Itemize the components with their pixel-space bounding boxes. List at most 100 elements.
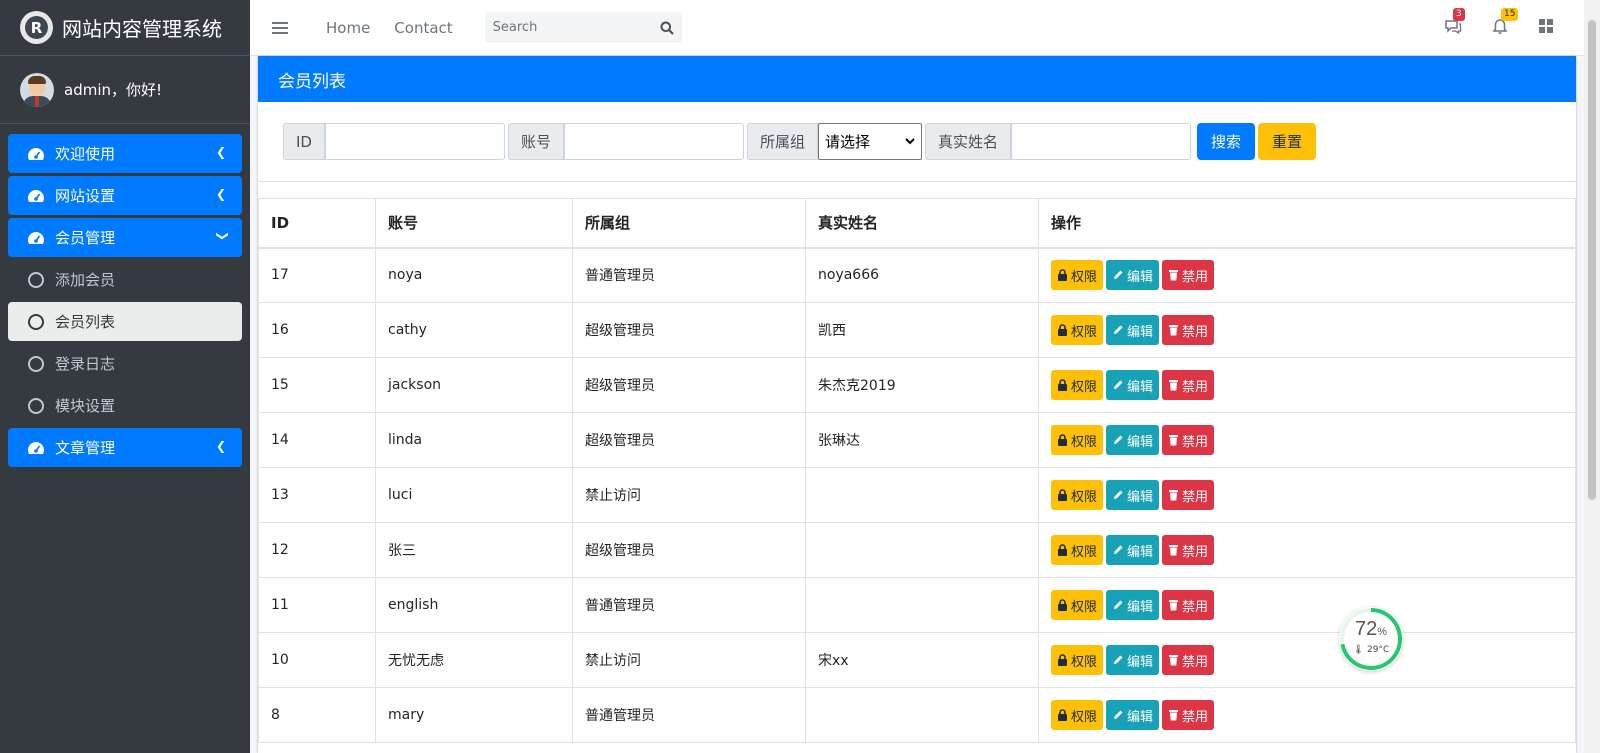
column-header-actions: 操作: [1038, 198, 1576, 249]
trash-icon: [1169, 490, 1179, 501]
ban-label: 禁用: [1182, 544, 1209, 560]
column-header-account[interactable]: 账号: [375, 198, 573, 249]
cell-actions: 权限 编辑 禁用: [1038, 247, 1576, 303]
cell-account: 无忧无虑: [375, 632, 573, 688]
search-input[interactable]: Search: [484, 12, 682, 43]
ban-button[interactable]: 禁用: [1162, 425, 1215, 455]
edit-label: 编辑: [1127, 489, 1154, 505]
edit-button[interactable]: 编辑: [1106, 370, 1160, 400]
cell-realname: [805, 687, 1039, 743]
permission-button[interactable]: 权限: [1051, 425, 1104, 455]
avatar[interactable]: [20, 72, 54, 107]
ban-button[interactable]: 禁用: [1162, 700, 1215, 730]
edit-button[interactable]: 编辑: [1106, 480, 1160, 510]
ban-button[interactable]: 禁用: [1162, 645, 1215, 675]
cell-realname: 张琳达: [805, 412, 1039, 468]
edit-button[interactable]: 编辑: [1106, 535, 1160, 565]
reset-button[interactable]: 重置: [1258, 123, 1317, 160]
sidebar-nav: 欢迎使用 ❮ 网站设置 ❮ 会员管理 ❮ 添加会员 会员列表 登录日志 模块设置: [0, 124, 250, 480]
sidebar-item-module-settings[interactable]: 模块设置: [8, 386, 242, 425]
cell-actions: 权限 编辑 禁用: [1038, 632, 1576, 688]
cell-actions: 权限 编辑 禁用: [1038, 357, 1576, 413]
edit-button[interactable]: 编辑: [1106, 425, 1160, 455]
cell-id: 8: [258, 687, 376, 743]
sidebar-item-label: 登录日志: [55, 355, 116, 373]
ban-button[interactable]: 禁用: [1162, 480, 1215, 510]
sidebar-item-article-management[interactable]: 文章管理 ❮: [8, 428, 242, 467]
lock-icon: [1058, 379, 1067, 391]
permission-label: 权限: [1071, 434, 1098, 450]
edit-button[interactable]: 编辑: [1106, 315, 1160, 345]
scrollbar-thumb[interactable]: [1588, 20, 1596, 500]
edit-label: 编辑: [1127, 709, 1154, 725]
user-greeting[interactable]: admin，你好!: [64, 79, 162, 100]
lock-icon: [1058, 544, 1067, 556]
cell-id: 12: [258, 522, 376, 578]
table-row: 16 cathy 超级管理员 凯西 权限 编辑 禁用: [258, 302, 1576, 358]
cell-account: noya: [375, 247, 573, 303]
ban-button[interactable]: 禁用: [1162, 370, 1215, 400]
page-scrollbar[interactable]: [1584, 0, 1600, 753]
cell-id: 17: [258, 247, 376, 303]
menu-toggle-icon[interactable]: [272, 21, 288, 34]
search-icon[interactable]: [660, 21, 674, 35]
system-monitor-widget[interactable]: 72% 🌡 29°C: [1339, 607, 1403, 671]
apps-button[interactable]: [1538, 18, 1554, 38]
messages-button[interactable]: 3: [1444, 8, 1465, 38]
permission-button[interactable]: 权限: [1051, 260, 1104, 291]
cell-group: 禁止访问: [572, 467, 806, 523]
sidebar-item-label: 欢迎使用: [55, 145, 116, 163]
permission-button[interactable]: 权限: [1051, 645, 1104, 675]
realname-label: 真实姓名: [925, 123, 1012, 160]
id-input[interactable]: [324, 123, 505, 160]
sidebar-item-site-settings[interactable]: 网站设置 ❮: [8, 176, 242, 215]
brand-logo: R: [20, 11, 53, 44]
sidebar-item-member-list[interactable]: 会员列表: [8, 302, 242, 341]
ban-button[interactable]: 禁用: [1162, 315, 1215, 345]
edit-button[interactable]: 编辑: [1106, 260, 1160, 291]
permission-button[interactable]: 权限: [1051, 590, 1104, 620]
group-select[interactable]: 请选择: [818, 123, 923, 160]
circle-icon: [26, 313, 46, 330]
ban-button[interactable]: 禁用: [1162, 590, 1215, 620]
group-label: 所属组: [747, 123, 819, 160]
realname-input[interactable]: [1011, 123, 1192, 160]
permission-button[interactable]: 权限: [1051, 315, 1104, 345]
nav-home-link[interactable]: Home: [326, 19, 370, 37]
ban-button[interactable]: 禁用: [1162, 260, 1215, 291]
sidebar-item-add-member[interactable]: 添加会员: [8, 260, 242, 299]
tachometer-icon: [26, 440, 46, 456]
ban-button[interactable]: 禁用: [1162, 535, 1215, 565]
trash-icon: [1169, 600, 1179, 611]
column-header-id[interactable]: ID: [258, 198, 376, 249]
circle-icon: [26, 271, 46, 288]
edit-button[interactable]: 编辑: [1106, 645, 1160, 675]
sidebar-item-login-log[interactable]: 登录日志: [8, 344, 242, 383]
notifications-button[interactable]: 15: [1492, 7, 1519, 39]
column-header-realname[interactable]: 真实姓名: [805, 198, 1039, 249]
permission-button[interactable]: 权限: [1051, 700, 1104, 730]
permission-button[interactable]: 权限: [1051, 535, 1104, 565]
ban-label: 禁用: [1182, 709, 1209, 725]
column-header-group[interactable]: 所属组: [572, 198, 806, 249]
temperature-readout: 🌡 29°C: [1352, 645, 1390, 655]
permission-button[interactable]: 权限: [1051, 370, 1104, 400]
cell-id: 13: [258, 467, 376, 523]
sidebar-item-member-management[interactable]: 会员管理 ❮: [8, 218, 242, 257]
cell-account: english: [375, 577, 573, 633]
sidebar: R 网站内容管理系统 admin，你好! 欢迎使用 ❮ 网站设置 ❮ 会员管理 …: [0, 0, 250, 753]
permission-label: 权限: [1071, 379, 1098, 395]
edit-label: 编辑: [1127, 324, 1154, 340]
account-input[interactable]: [564, 123, 744, 160]
nav-contact-link[interactable]: Contact: [394, 19, 452, 37]
search-button[interactable]: 搜索: [1197, 123, 1256, 160]
edit-button[interactable]: 编辑: [1106, 590, 1160, 620]
pencil-icon: [1114, 655, 1123, 664]
pencil-icon: [1114, 325, 1123, 334]
chevron-down-icon: [905, 138, 915, 145]
brand[interactable]: R 网站内容管理系统: [0, 0, 250, 56]
id-label: ID: [283, 123, 325, 160]
edit-button[interactable]: 编辑: [1106, 700, 1160, 730]
sidebar-item-welcome[interactable]: 欢迎使用 ❮: [8, 134, 242, 173]
permission-button[interactable]: 权限: [1051, 480, 1104, 510]
